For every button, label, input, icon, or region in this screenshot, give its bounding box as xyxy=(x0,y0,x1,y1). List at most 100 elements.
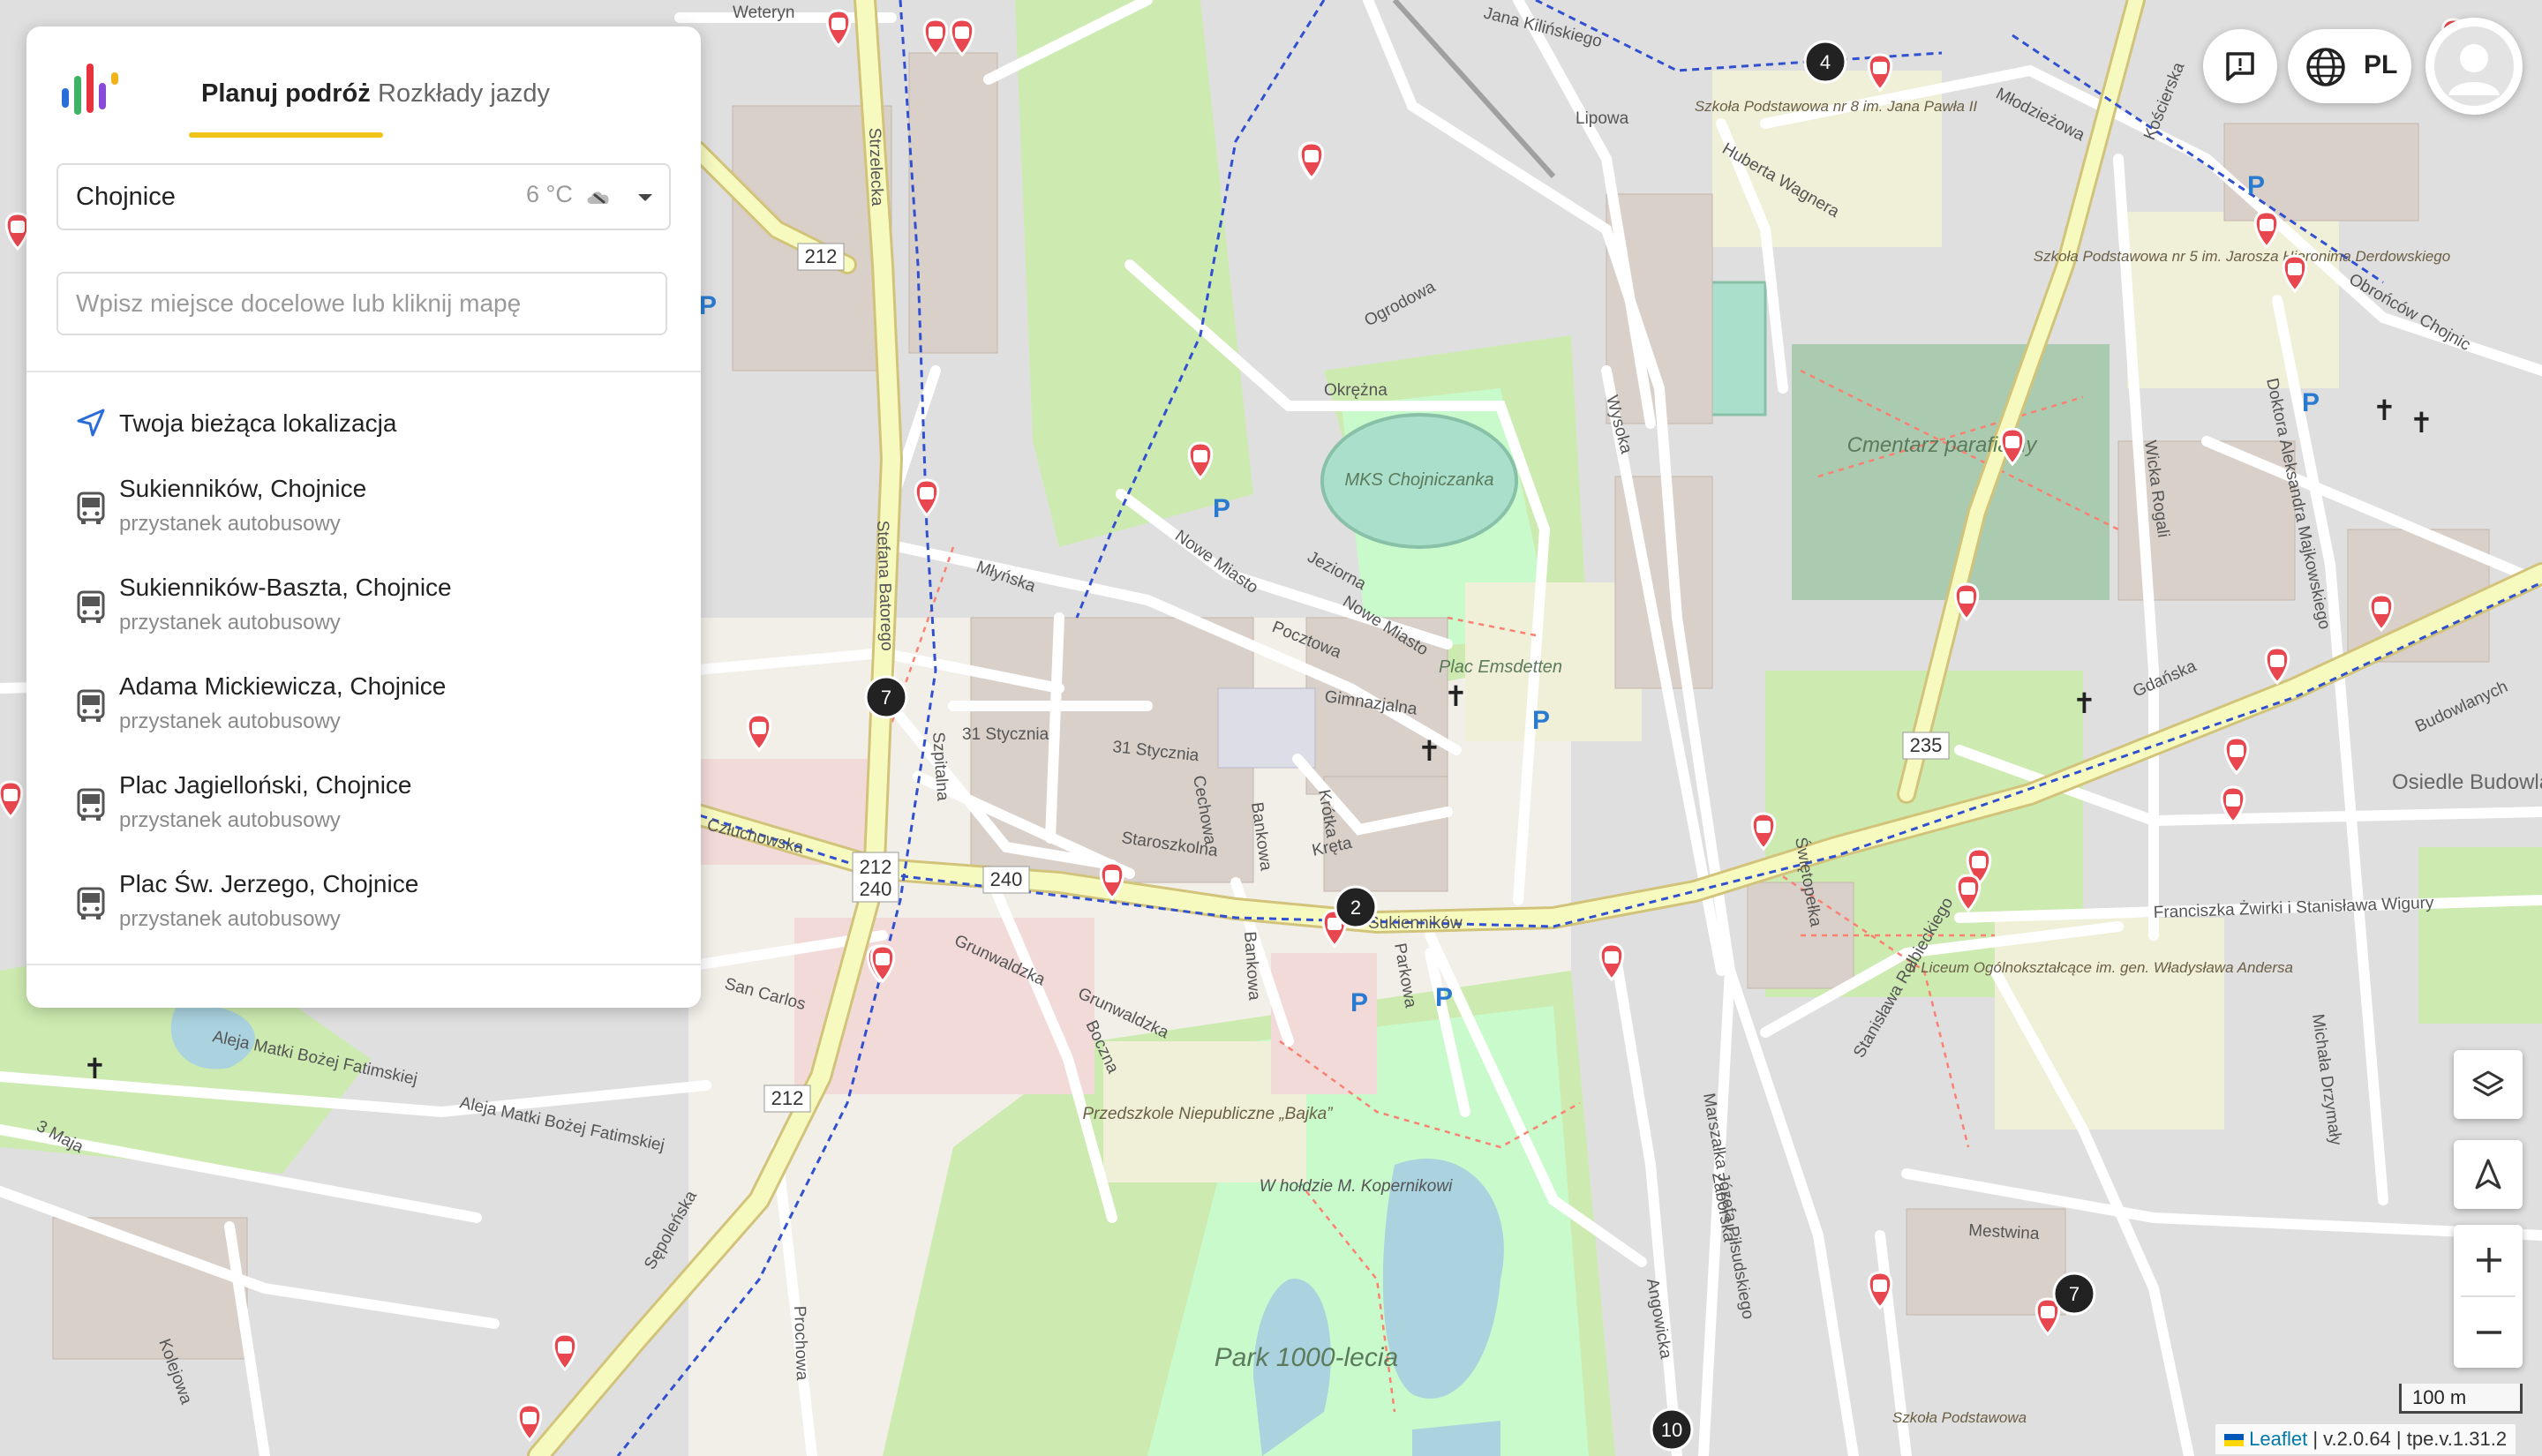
cluster-count: 2 xyxy=(1350,897,1361,919)
user-avatar-button[interactable] xyxy=(2425,18,2523,115)
road-ref-212-a: 212 xyxy=(797,243,845,271)
cluster-marker[interactable]: 7 xyxy=(864,675,908,719)
street-label: Okrężna xyxy=(1324,381,1388,400)
place-label-kindergarten: Przedszkole Niepubliczne „Bajka” xyxy=(1082,1105,1334,1123)
zoom-out-button[interactable] xyxy=(2454,1297,2523,1368)
minus-icon xyxy=(2473,1317,2505,1353)
suggestion-title: Sukienników-Baszta, Chojnice xyxy=(119,574,452,601)
parking-icon: P xyxy=(2247,171,2265,200)
bus-icon xyxy=(74,589,108,625)
map-attribution: Leaflet | v.2.0.64 | tpe.v.1.31.2 xyxy=(2215,1424,2516,1454)
street-label: Osiedle Budowlanych xyxy=(2392,770,2542,794)
church-icon: ✝ xyxy=(83,1052,107,1085)
suggestion-stop[interactable]: Adama Mickiewicza, Chojnice przystanek a… xyxy=(26,662,701,750)
place-label-school: Szkoła Podstawowa xyxy=(1892,1409,2027,1426)
place-label-stadium: MKS Chojniczanka xyxy=(1345,470,1494,490)
church-icon: ✝ xyxy=(2072,687,2096,720)
parking-icon: P xyxy=(1213,494,1230,523)
avatar xyxy=(2434,26,2514,110)
parking-icon: P xyxy=(1532,706,1550,735)
suggestion-stop[interactable]: Plac Jagielloński, Chojnice przystanek a… xyxy=(26,761,701,849)
svg-text:240: 240 xyxy=(990,868,1023,890)
suggestion-subtitle: przystanek autobusowy xyxy=(119,907,341,931)
place-label-liceum: II Liceum Ogólnokształcące im. gen. Wład… xyxy=(1908,959,2293,976)
tab-plan-trip-label: Planuj podróż xyxy=(201,79,371,108)
cluster-count: 10 xyxy=(1661,1419,1682,1441)
layers-icon xyxy=(2471,1067,2506,1107)
suggestion-current-location[interactable]: Twoja bieżąca lokalizacja xyxy=(26,397,701,450)
place-label-school-8: Szkoła Podstawowa nr 8 im. Jana Pawła II xyxy=(1695,98,1978,115)
place-label-monument: W hołdzie M. Kopernikowi xyxy=(1260,1177,1453,1196)
street-label: Strzelecka xyxy=(865,127,886,206)
church-icon: ✝ xyxy=(1418,734,1441,768)
layers-button[interactable] xyxy=(2454,1050,2523,1119)
street-label: Sukienników xyxy=(1368,914,1463,933)
city-selector[interactable]: Chojnice 6 °C xyxy=(56,163,671,230)
tab-timetables-label: Rozkłady jazdy xyxy=(378,79,551,108)
place-label-park: Park 1000-lecia xyxy=(1215,1343,1398,1372)
suggestion-stop[interactable]: Sukienników, Chojnice przystanek autobus… xyxy=(26,464,701,552)
suggestion-title: Sukienników, Chojnice xyxy=(119,475,367,502)
church-icon: ✝ xyxy=(2410,406,2433,439)
destination-search-input[interactable] xyxy=(56,272,667,335)
cluster-marker[interactable]: 4 xyxy=(1803,40,1847,84)
trip-planner-panel: Planuj podróż Rozkłady jazdy Chojnice 6 … xyxy=(26,26,701,1008)
navigation-arrow-icon xyxy=(2471,1157,2506,1197)
ukraine-flag-icon xyxy=(2224,1434,2244,1446)
parking-icon: P xyxy=(1350,988,1368,1017)
map-scale: 100 m xyxy=(2399,1384,2523,1414)
place-label-square: Plac Emsdetten xyxy=(1439,657,1562,677)
suggestion-subtitle: przystanek autobusowy xyxy=(119,512,341,536)
language-button[interactable]: PL xyxy=(2288,29,2411,103)
app-logo xyxy=(58,58,122,122)
church-icon: ✝ xyxy=(1444,679,1468,713)
bus-icon xyxy=(74,491,108,526)
bus-icon xyxy=(74,787,108,822)
leaflet-link[interactable]: Leaflet xyxy=(2249,1428,2307,1450)
cluster-marker[interactable]: 7 xyxy=(2052,1272,2096,1316)
plus-icon xyxy=(2473,1244,2505,1280)
globe-icon xyxy=(2305,47,2346,92)
road-ref-212-b: 212 xyxy=(763,1084,811,1113)
svg-text:212: 212 xyxy=(771,1087,804,1109)
tab-plan-trip[interactable]: Planuj podróż xyxy=(189,79,383,138)
version-text: | v.2.0.64 | tpe.v.1.31.2 xyxy=(2313,1428,2508,1450)
suggestion-title: Twoja bieżąca lokalizacja xyxy=(119,409,397,437)
zoom-control xyxy=(2454,1225,2523,1368)
road-ref-212-240: 212 240 xyxy=(852,852,899,903)
feedback-button[interactable] xyxy=(2203,29,2277,103)
cluster-count: 7 xyxy=(2069,1283,2079,1305)
tab-timetables[interactable]: Rozkłady jazdy xyxy=(378,79,550,109)
cluster-marker[interactable]: 10 xyxy=(1650,1407,1694,1452)
suggestion-title: Plac Jagielloński, Chojnice xyxy=(119,771,412,799)
divider xyxy=(26,371,701,372)
active-tab-indicator xyxy=(189,132,383,138)
street-label: Mestwina xyxy=(1968,1221,2041,1243)
suggestion-subtitle: przystanek autobusowy xyxy=(119,808,341,832)
cluster-count: 7 xyxy=(881,687,891,709)
street-label: 31 Stycznia xyxy=(962,725,1049,744)
parking-icon: P xyxy=(699,291,717,320)
svg-text:212: 212 xyxy=(805,245,838,267)
svg-text:212: 212 xyxy=(860,856,892,878)
chevron-down-icon[interactable] xyxy=(632,184,658,211)
feedback-icon xyxy=(2222,49,2258,88)
svg-text:240: 240 xyxy=(860,878,892,900)
city-temperature: 6 °C xyxy=(526,181,573,207)
bus-icon xyxy=(74,886,108,921)
street-label: Prochowa xyxy=(790,1305,811,1381)
church-icon: ✝ xyxy=(2373,394,2396,427)
svg-text:235: 235 xyxy=(1910,734,1943,756)
parking-icon: P xyxy=(2302,388,2320,417)
zoom-in-button[interactable] xyxy=(2454,1225,2523,1295)
place-label-school-5: Szkoła Podstawowa nr 5 im. Jarosza Hiero… xyxy=(2034,248,2450,265)
cluster-marker[interactable]: 2 xyxy=(1334,885,1378,929)
road-ref-235: 235 xyxy=(1902,732,1950,760)
weather-cloud-icon xyxy=(583,179,618,214)
suggestion-subtitle: przystanek autobusowy xyxy=(119,709,341,733)
cluster-count: 4 xyxy=(1820,51,1831,73)
suggestion-stop[interactable]: Sukienników-Baszta, Chojnice przystanek … xyxy=(26,563,701,651)
street-label: Weteryn xyxy=(733,4,794,22)
suggestion-stop[interactable]: Plac Św. Jerzego, Chojnice przystanek au… xyxy=(26,859,701,948)
locate-button[interactable] xyxy=(2454,1140,2523,1209)
